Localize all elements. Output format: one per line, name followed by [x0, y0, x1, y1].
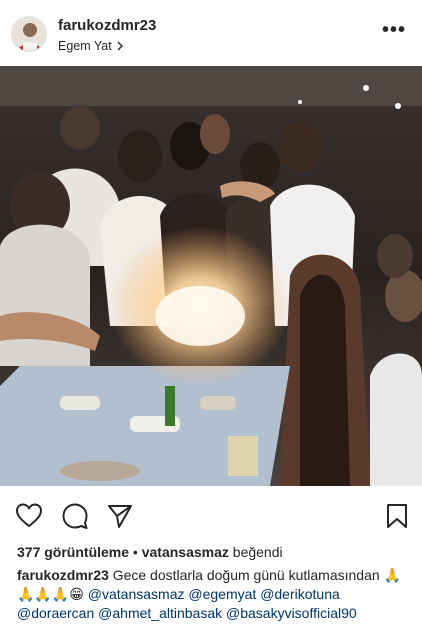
mention-link[interactable]: @ahmet_altinbasak: [98, 605, 222, 621]
view-count[interactable]: 377 görüntüleme: [17, 544, 129, 560]
separator-dot: •: [132, 544, 138, 560]
liked-by-user[interactable]: vatansasmaz: [142, 544, 229, 560]
mention-link[interactable]: @egemyat: [188, 586, 256, 602]
post-username[interactable]: farukozdmr23: [58, 17, 156, 34]
avatar-image: [12, 17, 46, 51]
video-frame: [0, 66, 422, 486]
heart-icon[interactable]: [15, 502, 43, 530]
action-bar: [0, 486, 422, 542]
post-location[interactable]: Egem Yat: [58, 39, 124, 53]
location-label: Egem Yat: [58, 39, 112, 53]
caption-text-1: Gece dostlarla doğum günü: [112, 567, 285, 583]
share-icon[interactable]: [106, 502, 134, 530]
post-header: farukozdmr23 Egem Yat •••: [0, 0, 422, 66]
more-options-button[interactable]: •••: [382, 20, 406, 40]
view-count-line: 377 görüntüleme • vatansasmaz beğendi: [17, 544, 283, 560]
mention-link[interactable]: @vatansasmaz: [88, 586, 185, 602]
avatar[interactable]: [11, 16, 47, 52]
mention-link[interactable]: @derikotuna: [260, 586, 340, 602]
chevron-right-icon: [117, 41, 123, 51]
liked-suffix: beğendi: [232, 544, 283, 560]
mention-link[interactable]: @basakyvisofficial90: [226, 605, 357, 621]
post-video[interactable]: [0, 66, 422, 486]
post-caption: farukozdmr23 Gece dostlarla doğum günü k…: [17, 566, 412, 623]
mention-link[interactable]: @doraercan: [17, 605, 94, 621]
bookmark-icon[interactable]: [383, 502, 411, 530]
comment-icon[interactable]: [61, 502, 89, 530]
caption-author[interactable]: farukozdmr23: [17, 567, 109, 583]
